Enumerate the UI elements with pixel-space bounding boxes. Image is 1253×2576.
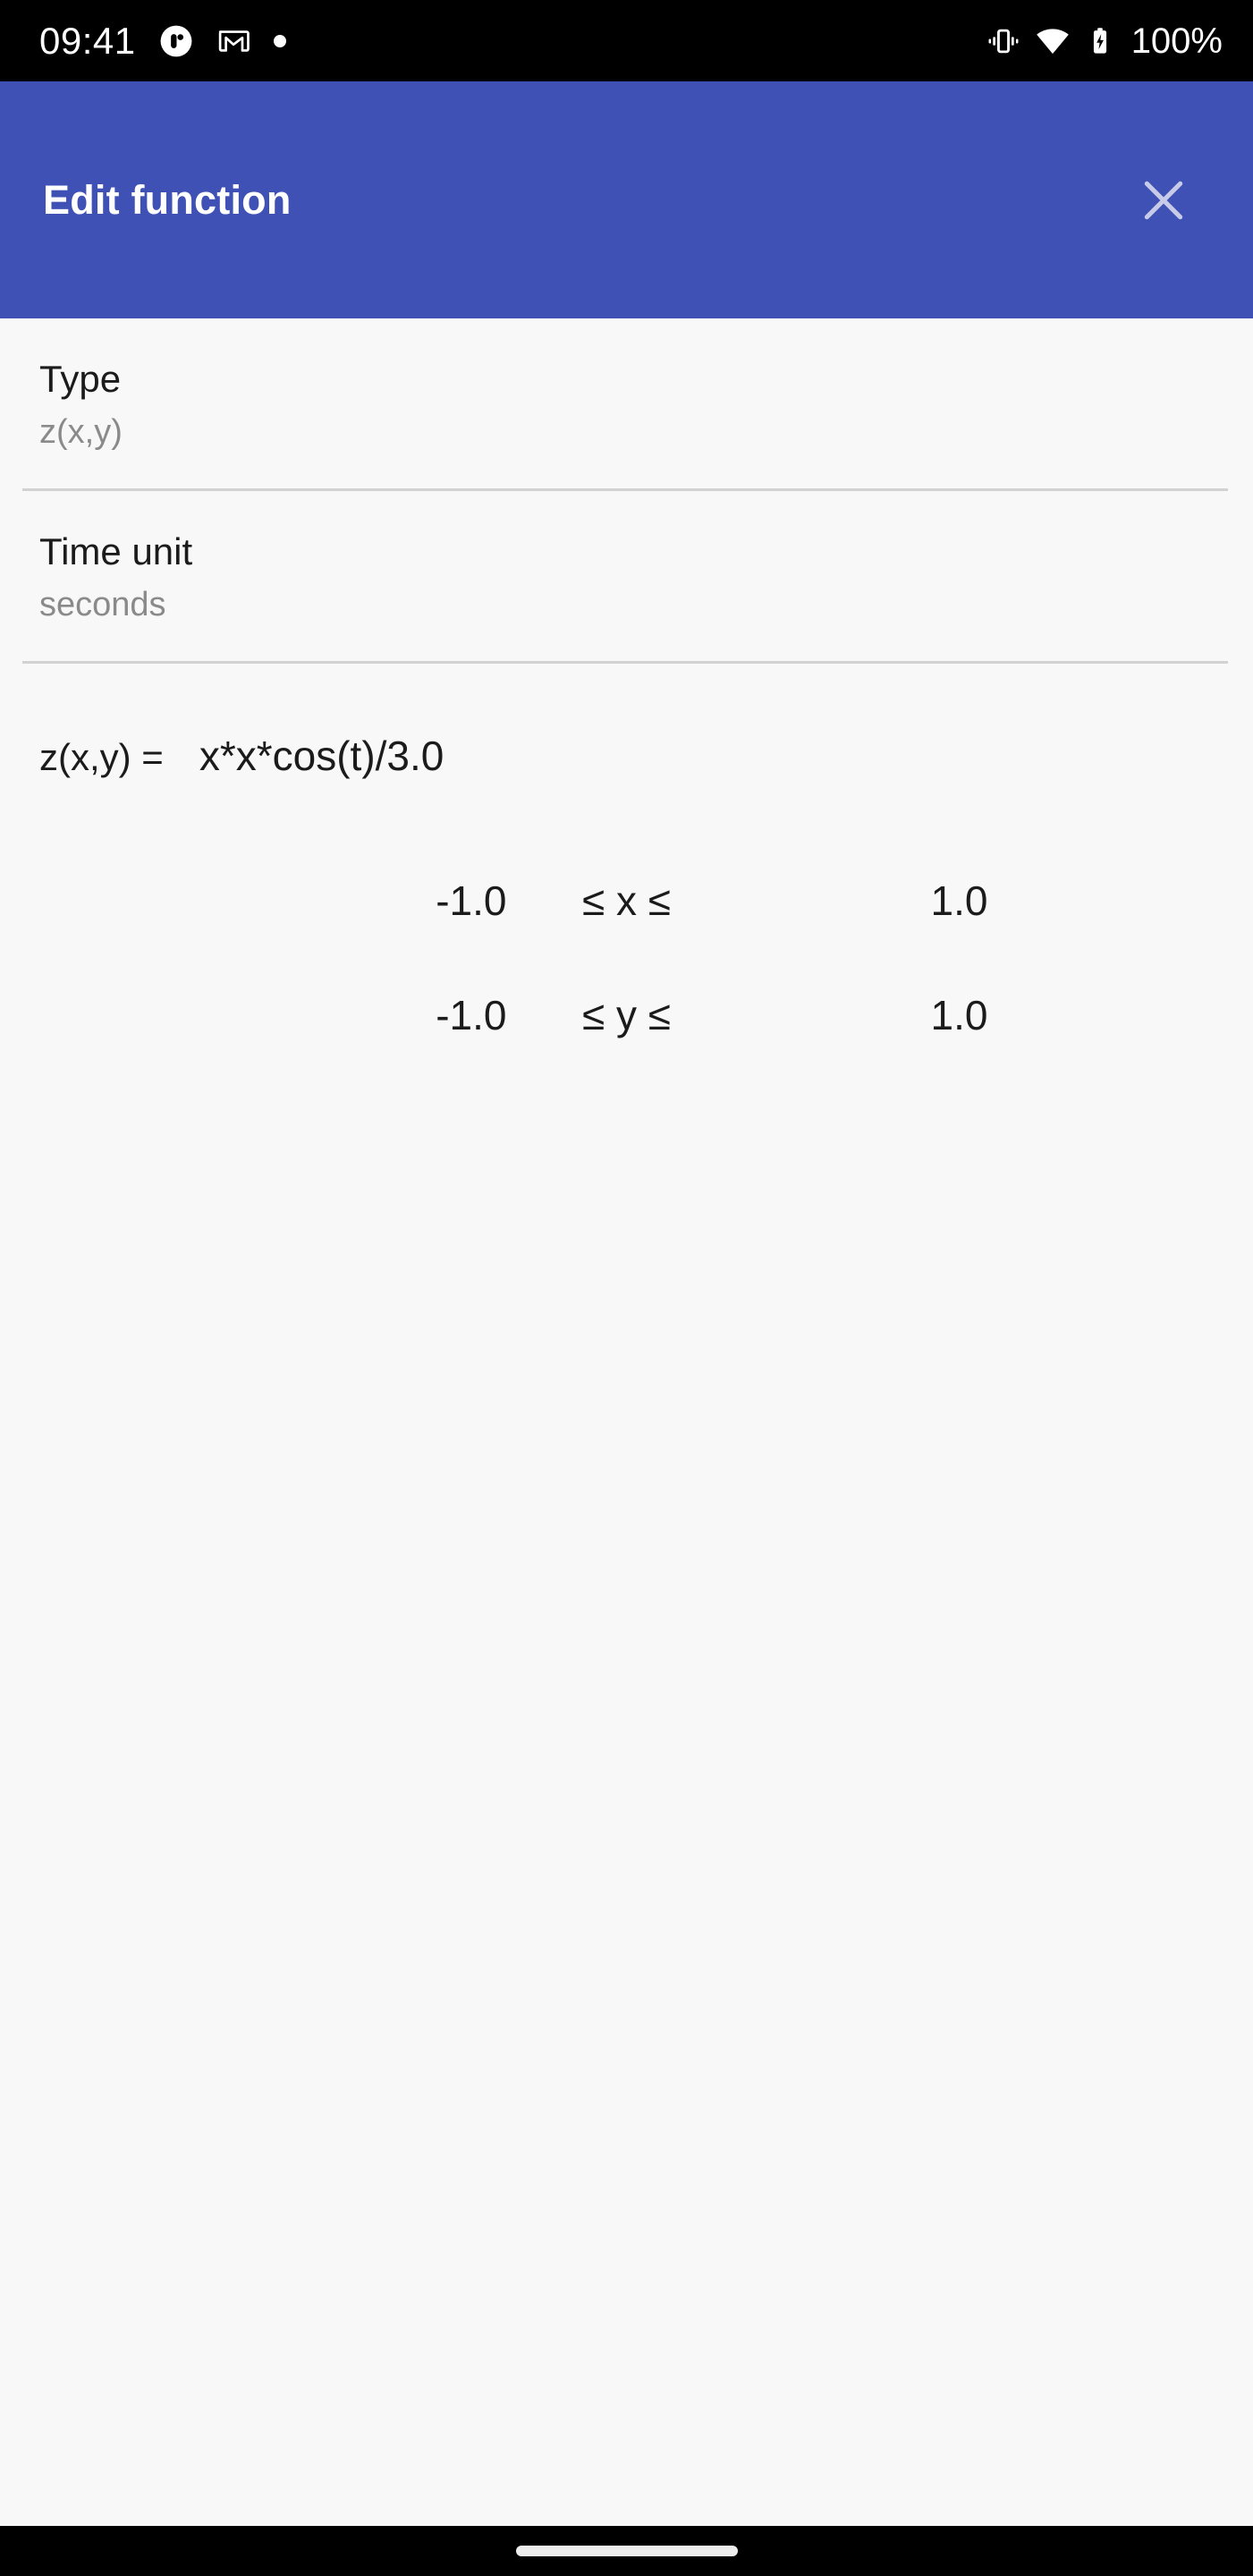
- preference-type[interactable]: Type z(x,y): [0, 318, 1253, 488]
- status-bar: 09:41 100%: [0, 0, 1253, 81]
- preference-time-unit-value: seconds: [39, 586, 166, 624]
- page-title: Edit function: [43, 176, 292, 223]
- preference-time-unit-title: Time unit: [39, 530, 193, 572]
- y-min-input[interactable]: -1.0: [241, 991, 523, 1052]
- preference-type-title: Type: [39, 358, 122, 400]
- preference-type-value: z(x,y): [39, 413, 123, 452]
- x-min-input[interactable]: -1.0: [241, 877, 523, 937]
- formula-input[interactable]: x*x*cos(t)/3.0: [189, 732, 1203, 792]
- navigation-bar: [0, 2526, 1253, 2576]
- phone-screen: 09:41 100% Edit function Type z(x,y) Tim…: [0, 0, 1253, 2576]
- preference-time-unit[interactable]: Time unit seconds: [0, 491, 1253, 661]
- x-min-value: -1.0: [436, 877, 507, 924]
- vibrate-icon: [986, 24, 1020, 58]
- status-bar-left: 09:41: [39, 19, 286, 62]
- formula-label: z(x,y) =: [39, 735, 164, 778]
- status-bar-clock: 09:41: [39, 19, 136, 62]
- close-icon[interactable]: [1128, 165, 1199, 236]
- y-max-input[interactable]: 1.0: [731, 991, 1013, 1052]
- formula-row: z(x,y) = x*x*cos(t)/3.0: [0, 664, 1253, 792]
- x-max-value: 1.0: [930, 877, 988, 924]
- dot-icon: [273, 34, 286, 47]
- x-range-operator: ≤ x ≤: [581, 877, 672, 924]
- y-min-value: -1.0: [436, 991, 507, 1038]
- gmail-icon: [216, 24, 250, 58]
- battery-charging-icon: [1085, 26, 1115, 56]
- app-notification-icon: [159, 24, 193, 58]
- y-range-operator: ≤ y ≤: [581, 991, 672, 1038]
- app-bar: Edit function: [0, 81, 1253, 318]
- home-gesture-pill[interactable]: [515, 2546, 738, 2556]
- battery-percent-label: 100%: [1130, 21, 1223, 61]
- status-bar-right: 100%: [986, 23, 1223, 59]
- wifi-icon: [1035, 23, 1071, 59]
- y-max-value: 1.0: [930, 991, 988, 1038]
- x-max-input[interactable]: 1.0: [731, 877, 1013, 937]
- settings-content: Type z(x,y) Time unit seconds z(x,y) = x…: [0, 318, 1253, 2576]
- y-range-row: -1.0 ≤ y ≤ 1.0: [0, 991, 1253, 1052]
- formula-input-value: x*x*cos(t)/3.0: [199, 732, 444, 779]
- x-range-row: -1.0 ≤ x ≤ 1.0: [0, 877, 1253, 937]
